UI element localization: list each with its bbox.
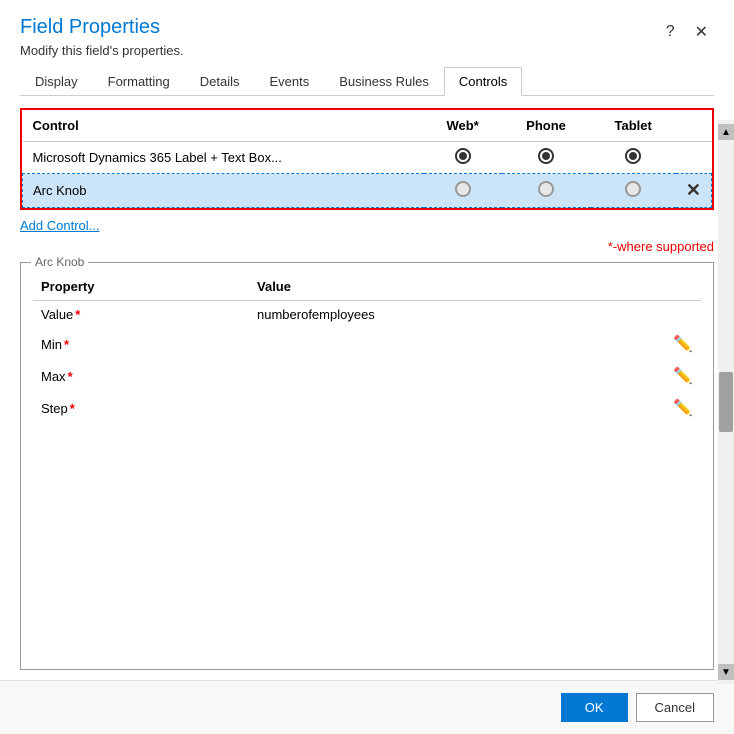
edit-icon-max[interactable]: ✏️ (673, 368, 693, 385)
property-value-step (249, 392, 665, 424)
property-row: Value* numberofemployees (33, 301, 701, 329)
add-control-link[interactable]: Add Control... (20, 218, 714, 233)
tab-events[interactable]: Events (255, 67, 325, 96)
property-label-min: Min* (33, 328, 249, 360)
dialog-title: Field Properties (20, 16, 184, 39)
controls-section: Control Web* Phone Tablet Microsoft Dyna… (20, 108, 714, 210)
tab-details[interactable]: Details (185, 67, 255, 96)
close-button[interactable]: ✕ (689, 20, 714, 44)
tab-formatting[interactable]: Formatting (93, 67, 185, 96)
property-value-value: numberofemployees (249, 301, 665, 329)
delete-cell[interactable]: ✕ (676, 174, 712, 208)
controls-table: Control Web* Phone Tablet Microsoft Dyna… (22, 110, 712, 208)
col-tablet: Tablet (591, 110, 676, 142)
value-col-header: Value (249, 275, 665, 301)
tab-business-rules[interactable]: Business Rules (324, 67, 444, 96)
col-phone: Phone (502, 110, 591, 142)
required-star: * (64, 337, 69, 352)
dialog-header: Field Properties Modify this field's pro… (0, 0, 734, 66)
tablet-radio[interactable] (591, 142, 676, 174)
arc-knob-legend: Arc Knob (31, 255, 88, 269)
tabs-bar: Display Formatting Details Events Busine… (20, 66, 714, 96)
ok-button[interactable]: OK (561, 693, 628, 722)
property-label-value: Value* (33, 301, 249, 329)
radio-tablet-filled[interactable] (625, 148, 641, 164)
dialog-body: Display Formatting Details Events Busine… (0, 66, 734, 680)
property-table: Property Value Value* numberofemployees (33, 275, 701, 424)
delete-icon[interactable]: ✕ (686, 180, 701, 200)
radio-web-empty[interactable] (455, 181, 471, 197)
header-buttons: ? ✕ (660, 20, 714, 44)
control-name-arc: Arc Knob (23, 174, 424, 208)
dialog-subtitle: Modify this field's properties. (20, 43, 184, 58)
col-control: Control (23, 110, 424, 142)
property-row: Step* ✏️ (33, 392, 701, 424)
required-star: * (70, 401, 75, 416)
property-value-min (249, 328, 665, 360)
tablet-radio-arc[interactable] (591, 174, 676, 208)
web-radio-arc[interactable] (424, 174, 502, 208)
radio-phone-filled[interactable] (538, 148, 554, 164)
phone-radio-arc[interactable] (502, 174, 591, 208)
radio-tablet-empty[interactable] (625, 181, 641, 197)
edit-icon-step[interactable]: ✏️ (673, 400, 693, 417)
cancel-button[interactable]: Cancel (636, 693, 714, 722)
property-label-step: Step* (33, 392, 249, 424)
dialog-footer: OK Cancel (0, 680, 734, 734)
web-radio[interactable] (424, 142, 502, 174)
scroll-down-btn[interactable]: ▼ (718, 664, 734, 680)
edit-cell-max[interactable]: ✏️ (665, 360, 701, 392)
scrollbar[interactable]: ▲ ▼ (718, 120, 734, 684)
required-star: * (68, 369, 73, 384)
control-name: Microsoft Dynamics 365 Label + Text Box.… (23, 142, 424, 174)
edit-cell-min[interactable]: ✏️ (665, 328, 701, 360)
property-row: Max* ✏️ (33, 360, 701, 392)
col-web: Web* (424, 110, 502, 142)
property-label-max: Max* (33, 360, 249, 392)
help-button[interactable]: ? (660, 21, 681, 43)
tab-display[interactable]: Display (20, 67, 93, 96)
where-supported-text: *-where supported (20, 239, 714, 254)
edit-cell-value (665, 301, 701, 329)
radio-web-filled[interactable] (455, 148, 471, 164)
header-left: Field Properties Modify this field's pro… (20, 16, 184, 58)
required-star: * (75, 307, 80, 322)
property-value-max (249, 360, 665, 392)
table-row: Arc Knob ✕ (23, 174, 712, 208)
scroll-up-btn[interactable]: ▲ (718, 124, 734, 140)
field-properties-dialog: Field Properties Modify this field's pro… (0, 0, 734, 734)
edit-cell-step[interactable]: ✏️ (665, 392, 701, 424)
arc-knob-section: Arc Knob Property Value Value* nu (20, 262, 714, 670)
property-col-header: Property (33, 275, 249, 301)
property-row: Min* ✏️ (33, 328, 701, 360)
scroll-thumb[interactable] (719, 372, 733, 432)
radio-phone-empty[interactable] (538, 181, 554, 197)
phone-radio[interactable] (502, 142, 591, 174)
edit-icon-min[interactable]: ✏️ (673, 336, 693, 353)
table-row: Microsoft Dynamics 365 Label + Text Box.… (23, 142, 712, 174)
tab-controls[interactable]: Controls (444, 67, 522, 96)
